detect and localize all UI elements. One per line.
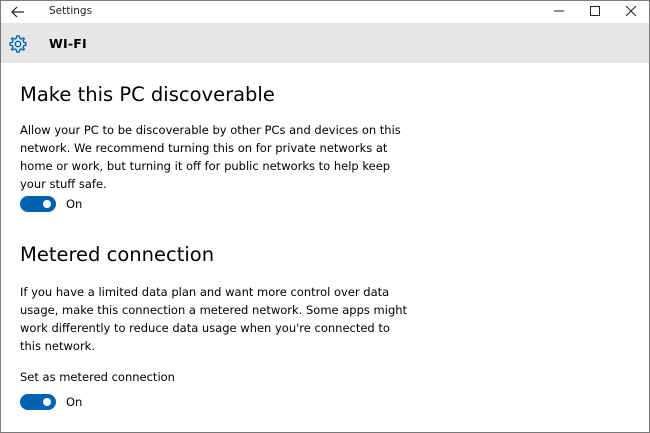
close-button[interactable] — [613, 1, 649, 21]
metered-toggle-state: On — [66, 395, 83, 409]
description-line: this network. — [20, 339, 95, 353]
metered-heading: Metered connection — [20, 243, 215, 266]
discoverable-description: Allow your PC to be discoverable by othe… — [20, 121, 401, 193]
window-controls — [541, 1, 649, 21]
discoverable-toggle-row: On — [20, 195, 82, 213]
settings-window: Settings WI-FI Make this PC discoverable… — [0, 0, 650, 433]
description-line: work differently to reduce data usage wh… — [20, 321, 390, 335]
discoverable-heading: Make this PC discoverable — [20, 83, 275, 106]
back-button[interactable] — [9, 4, 27, 20]
page-header: WI-FI — [1, 23, 649, 63]
metered-setting-label: Set as metered connection — [20, 370, 175, 384]
metered-toggle[interactable] — [20, 394, 56, 410]
title-bar: Settings — [1, 1, 649, 23]
discoverable-toggle[interactable] — [20, 196, 56, 212]
page-title: WI-FI — [49, 36, 87, 51]
description-line: usage, make this connection a metered ne… — [20, 303, 408, 317]
gear-icon — [9, 35, 27, 53]
metered-toggle-row: On — [20, 393, 82, 411]
metered-description: If you have a limited data plan and want… — [20, 283, 408, 355]
description-line: home or work, but turning it off for pub… — [20, 159, 391, 173]
description-line: your stuff safe. — [20, 177, 107, 191]
maximize-icon — [590, 6, 600, 16]
discoverable-toggle-state: On — [66, 197, 83, 211]
description-line: Allow your PC to be discoverable by othe… — [20, 123, 401, 137]
toggle-knob — [43, 398, 51, 406]
back-arrow-icon — [11, 6, 24, 18]
description-line: network. We recommend turning this on fo… — [20, 141, 388, 155]
toggle-knob — [43, 200, 51, 208]
window-title: Settings — [49, 5, 93, 17]
maximize-button[interactable] — [577, 1, 613, 21]
close-icon — [626, 6, 636, 16]
minimize-button[interactable] — [541, 1, 577, 21]
description-line: If you have a limited data plan and want… — [20, 285, 390, 299]
minimize-icon — [554, 10, 564, 12]
